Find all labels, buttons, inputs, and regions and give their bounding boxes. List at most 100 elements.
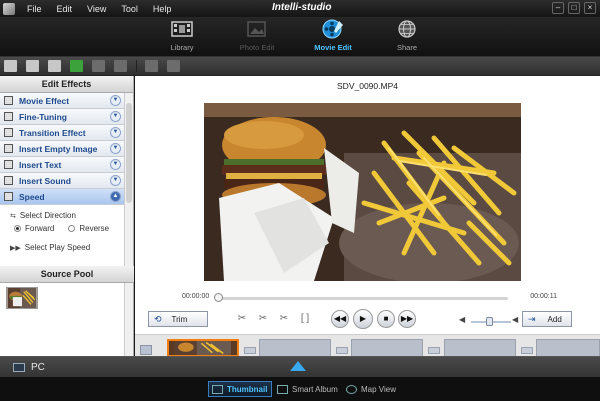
trim-label: Trim xyxy=(171,314,188,324)
mode-share[interactable]: Share xyxy=(377,19,437,52)
chevron-down-icon[interactable]: ▼ xyxy=(110,175,121,186)
rewind-button[interactable]: ◀◀ xyxy=(331,310,349,328)
storyboard-clip-empty[interactable] xyxy=(259,339,331,357)
cut-start-icon[interactable]: ✂ xyxy=(256,312,270,326)
storyboard-toggle-icon[interactable] xyxy=(140,345,152,355)
split-icon[interactable]: ✂ xyxy=(235,312,249,326)
volume-high-icon: ◀ xyxy=(512,315,519,324)
add-button[interactable]: ⇥ Add xyxy=(522,311,572,327)
tuning-icon xyxy=(4,112,13,121)
chevron-down-icon[interactable]: ▼ xyxy=(110,127,121,138)
open-folder-icon[interactable] xyxy=(4,60,17,72)
add-icon: ⇥ xyxy=(528,313,536,324)
transition-slot[interactable] xyxy=(244,347,256,354)
effect-label: Transition Effect xyxy=(19,127,86,138)
menu-view[interactable]: View xyxy=(87,4,106,14)
reverse-radio[interactable] xyxy=(68,225,76,232)
storyboard-clip-selected[interactable] xyxy=(167,339,239,357)
direction-icon: ⇆ xyxy=(10,212,16,220)
play-button[interactable]: ▶ xyxy=(353,309,373,329)
forward-radio[interactable] xyxy=(14,225,21,232)
direction-radios: Forward Reverse xyxy=(10,222,124,235)
chevron-down-icon[interactable]: ▼ xyxy=(110,111,121,122)
thumbnail-grid-icon xyxy=(212,384,223,394)
menu-tool[interactable]: Tool xyxy=(121,4,138,14)
volume-low-icon: ◀ xyxy=(459,315,466,324)
menu-file[interactable]: File xyxy=(27,4,42,14)
view-smart-album-button[interactable]: Smart Album xyxy=(274,381,342,397)
add-label: Add xyxy=(547,314,562,324)
mode-library[interactable]: Library xyxy=(152,19,212,52)
properties-icon[interactable] xyxy=(167,60,180,72)
forward-label[interactable]: Forward xyxy=(25,224,54,233)
select-play-speed-row[interactable]: ▶▶ Select Play Speed xyxy=(10,241,124,254)
view-bar: Thumbnail Smart Album Map View xyxy=(0,377,600,401)
library-icon xyxy=(171,21,193,37)
toolbar-divider xyxy=(136,60,137,72)
window-controls: – □ × xyxy=(552,2,596,14)
chevron-down-icon[interactable]: ▼ xyxy=(110,143,121,154)
effect-insert-empty-image[interactable]: Insert Empty Image ▼ xyxy=(0,141,124,157)
effect-insert-sound[interactable]: Insert Sound ▼ xyxy=(0,173,124,189)
transition-slot[interactable] xyxy=(336,347,348,354)
mode-movie-edit[interactable]: Movie Edit xyxy=(303,19,363,52)
source-clip-thumbnail[interactable] xyxy=(6,287,38,309)
trim-button[interactable]: ⟲ Trim xyxy=(148,311,208,327)
effect-transition-effect[interactable]: Transition Effect ▼ xyxy=(0,125,124,141)
effect-insert-text[interactable]: Insert Text ▼ xyxy=(0,157,124,173)
fast-forward-button[interactable]: ▶▶ xyxy=(398,310,416,328)
export-icon[interactable] xyxy=(48,60,61,72)
save-icon[interactable] xyxy=(26,60,39,72)
title-bar: File Edit View Tool Help Intelli-studio … xyxy=(0,0,600,17)
select-play-speed-label: Select Play Speed xyxy=(24,243,91,252)
speed-options: ⇆ Select Direction Forward Reverse ▶▶ Se… xyxy=(0,205,124,252)
transition-slot[interactable] xyxy=(428,347,440,354)
playback-timeline: 00:00:00 00:00:11 xyxy=(182,293,557,303)
minimize-button[interactable]: – xyxy=(552,2,564,14)
effect-label: Insert Sound xyxy=(19,175,71,186)
effect-movie-effect[interactable]: Movie Effect ▼ xyxy=(0,93,124,109)
share-globe-icon xyxy=(398,20,416,38)
stop-button[interactable]: ■ xyxy=(377,310,395,328)
effects-scrollbar[interactable] xyxy=(124,93,133,266)
view-label: Thumbnail xyxy=(227,384,268,394)
expand-arrow-icon[interactable] xyxy=(290,361,306,371)
redo-icon[interactable] xyxy=(114,60,127,72)
speed-icon xyxy=(4,192,13,201)
mode-label: Movie Edit xyxy=(314,43,352,52)
current-time: 00:00:00 xyxy=(182,293,210,300)
maximize-button[interactable]: □ xyxy=(568,2,580,14)
close-button[interactable]: × xyxy=(584,2,596,14)
seek-track[interactable] xyxy=(218,297,508,300)
source-pool-scrollbar[interactable] xyxy=(124,283,133,356)
delete-icon[interactable] xyxy=(145,60,158,72)
video-filename: SDV_0090.MP4 xyxy=(337,81,398,91)
mode-photo-edit[interactable]: Photo Edit xyxy=(227,19,287,52)
menu-help[interactable]: Help xyxy=(153,4,172,14)
chevron-down-icon[interactable]: ▼ xyxy=(110,95,121,106)
source-bar: PC xyxy=(0,356,600,377)
mark-in-out-icon[interactable]: [ ] xyxy=(298,312,312,326)
toolbar xyxy=(0,57,600,76)
reverse-label[interactable]: Reverse xyxy=(79,224,109,233)
menu-edit[interactable]: Edit xyxy=(57,4,73,14)
video-preview[interactable] xyxy=(204,103,521,281)
seek-handle[interactable] xyxy=(213,293,223,302)
transition-slot[interactable] xyxy=(521,347,533,354)
view-map-button[interactable]: Map View xyxy=(343,381,400,397)
cut-end-icon[interactable]: ✂ xyxy=(277,312,291,326)
new-project-icon[interactable] xyxy=(70,60,83,72)
effect-fine-tuning[interactable]: Fine-Tuning ▼ xyxy=(0,109,124,125)
scrollbar-thumb[interactable] xyxy=(126,103,132,203)
storyboard-clip-empty[interactable] xyxy=(444,339,516,357)
storyboard-clip-empty[interactable] xyxy=(536,339,600,357)
volume-handle[interactable] xyxy=(486,317,493,326)
effect-label: Movie Effect xyxy=(19,95,70,106)
effect-label: Fine-Tuning xyxy=(19,111,67,122)
chevron-up-icon[interactable]: ▲ xyxy=(110,191,121,202)
chevron-down-icon[interactable]: ▼ xyxy=(110,159,121,170)
undo-icon[interactable] xyxy=(92,60,105,72)
effect-speed[interactable]: Speed ▲ xyxy=(0,189,124,205)
storyboard-clip-empty[interactable] xyxy=(351,339,423,357)
view-thumbnail-button[interactable]: Thumbnail xyxy=(208,381,273,397)
